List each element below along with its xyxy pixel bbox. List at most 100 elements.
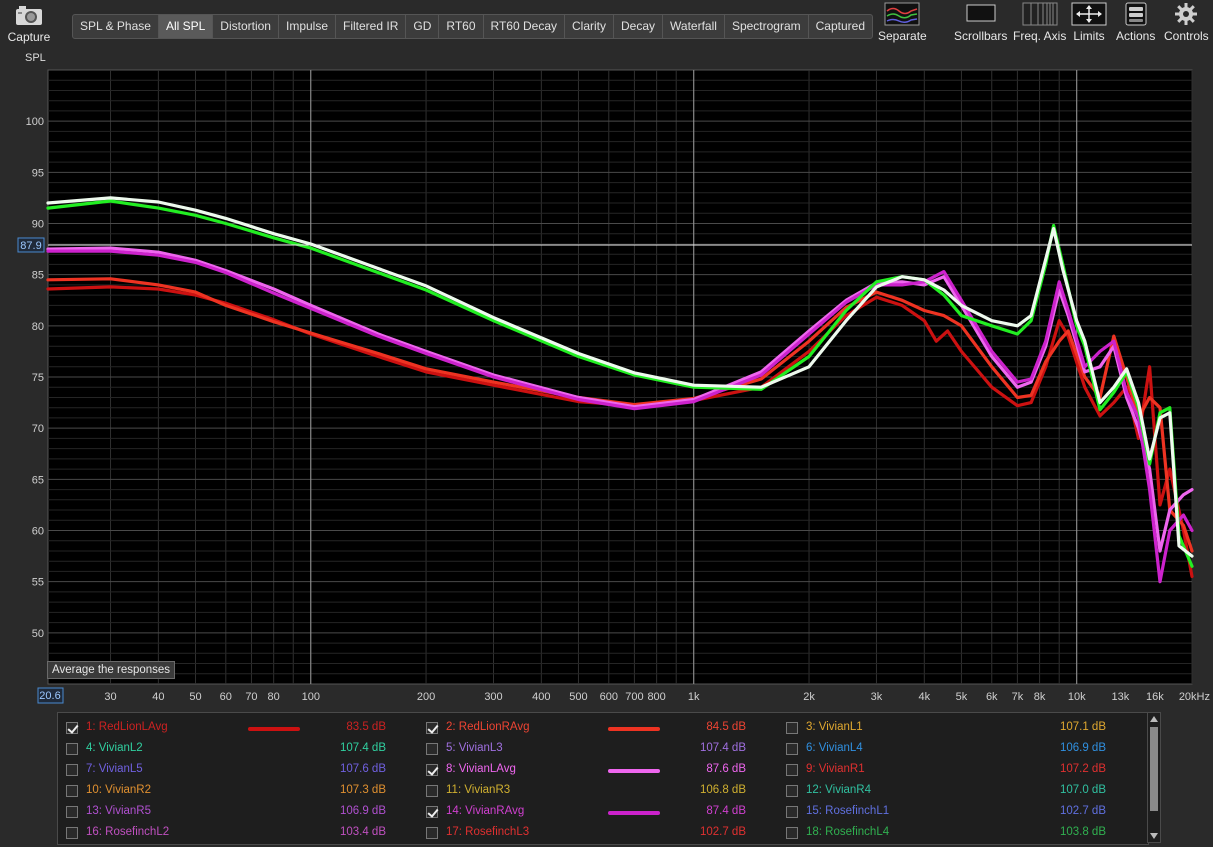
legend-item[interactable]: 1: RedLionLAvg 83.5 dB: [66, 719, 396, 739]
legend-item[interactable]: 15: RosefinchL1 102.7 dB: [786, 803, 1116, 823]
y-tick-label: 65: [32, 474, 44, 486]
freq-axis-button[interactable]: Freq. Axis: [1013, 2, 1066, 43]
x-tick-label: 100: [302, 691, 320, 703]
trace-checkbox[interactable]: [786, 764, 798, 776]
x-tick-label: 500: [569, 691, 587, 703]
view-tabs: SPL & Phase All SPL Distortion Impulse Filte…: [72, 14, 874, 39]
x-tick-label: 800: [647, 691, 665, 703]
separate-icon: [884, 2, 920, 26]
tab-waterfall[interactable]: Waterfall: [663, 15, 725, 38]
spl-plot[interactable]: 50 55 60 65 70 75 80 85 90 95 100 30 40 50 60 70 80 100 20…: [0, 68, 1213, 708]
legend-item[interactable]: 12: VivianR4 107.0 dB: [786, 782, 1116, 802]
trace-level: 87.6 dB: [706, 763, 746, 775]
trace-name: 8: VivianLAvg: [446, 763, 516, 775]
trace-color-swatch[interactable]: [608, 727, 660, 731]
trace-level: 107.4 dB: [699, 742, 746, 754]
trace-checkbox[interactable]: [66, 827, 78, 839]
legend-item[interactable]: 17: RosefinchL3 102.7 dB: [426, 824, 756, 844]
legend-scrollbar[interactable]: [1147, 712, 1161, 843]
trace-checkbox[interactable]: [426, 827, 438, 839]
freq-axis-label: Freq. Axis: [1013, 29, 1067, 43]
trace-legend: 1: RedLionLAvg 83.5 dB 2: RedLionRAvg 84.5 …: [57, 712, 1149, 845]
trace-level: 87.4 dB: [706, 805, 746, 817]
legend-item[interactable]: 16: RosefinchL2 103.4 dB: [66, 824, 396, 844]
legend-item[interactable]: 3: VivianL1 107.1 dB: [786, 719, 1116, 739]
average-responses-button[interactable]: Average the responses: [47, 661, 176, 679]
trace-checkbox[interactable]: [66, 785, 78, 797]
trace-color-swatch[interactable]: [608, 769, 660, 773]
legend-item[interactable]: 6: VivianL4 106.9 dB: [786, 740, 1116, 760]
tab-gd[interactable]: GD: [406, 15, 440, 38]
tab-rt60[interactable]: RT60: [439, 15, 484, 38]
trace-checkbox[interactable]: [786, 722, 798, 734]
x-tick-label: 2k: [803, 691, 815, 703]
separate-button[interactable]: Separate: [878, 2, 927, 43]
x-tick-label: 70: [245, 691, 257, 703]
x-tick-label: 10k: [1068, 691, 1086, 703]
scroll-down-icon[interactable]: [1150, 833, 1158, 839]
scrollbars-icon: [966, 4, 996, 22]
capture-button[interactable]: Capture: [6, 4, 52, 44]
trace-name: 18: RosefinchL4: [806, 826, 890, 838]
trace-name: 1: RedLionLAvg: [86, 721, 168, 733]
tab-spectrogram[interactable]: Spectrogram: [725, 15, 809, 38]
tab-distortion[interactable]: Distortion: [213, 15, 279, 38]
limits-icon: [1071, 2, 1107, 26]
legend-item[interactable]: 10: VivianR2 107.3 dB: [66, 782, 396, 802]
trace-level: 107.4 dB: [339, 742, 386, 754]
trace-color-swatch[interactable]: [248, 727, 300, 731]
tab-captured[interactable]: Captured: [809, 15, 872, 38]
controls-button[interactable]: Controls: [1164, 2, 1209, 43]
actions-icon: [1125, 2, 1147, 26]
trace-checkbox[interactable]: [66, 806, 78, 818]
trace-checkbox[interactable]: [66, 764, 78, 776]
trace-color-swatch[interactable]: [608, 811, 660, 815]
tab-clarity[interactable]: Clarity: [565, 15, 615, 38]
tab-spl-phase[interactable]: SPL & Phase: [73, 15, 159, 38]
legend-item[interactable]: 9: VivianR1 107.2 dB: [786, 761, 1116, 781]
limits-button[interactable]: Limits: [1071, 2, 1107, 43]
scrollbars-button[interactable]: Scrollbars: [954, 2, 1007, 43]
trace-checkbox[interactable]: [426, 743, 438, 755]
trace-checkbox[interactable]: [426, 785, 438, 797]
x-tick-label: 200: [417, 691, 435, 703]
legend-item[interactable]: 13: VivianR5 106.9 dB: [66, 803, 396, 823]
trace-name: 5: VivianL3: [446, 742, 503, 754]
legend-item[interactable]: 11: VivianR3 106.8 dB: [426, 782, 756, 802]
trace-checkbox[interactable]: [426, 764, 438, 776]
y-axis-title: SPL: [25, 52, 46, 64]
tab-all-spl[interactable]: All SPL: [158, 15, 214, 38]
trace-checkbox[interactable]: [66, 743, 78, 755]
trace-level: 106.9 dB: [1059, 742, 1106, 754]
scroll-thumb[interactable]: [1150, 727, 1158, 811]
legend-item[interactable]: 18: RosefinchL4 103.8 dB: [786, 824, 1116, 844]
trace-name: 3: VivianL1: [806, 721, 863, 733]
y-tick-label: 95: [32, 167, 44, 179]
tab-filtered-ir[interactable]: Filtered IR: [336, 15, 407, 38]
legend-item[interactable]: 4: VivianL2 107.4 dB: [66, 740, 396, 760]
trace-checkbox[interactable]: [786, 743, 798, 755]
trace-name: 4: VivianL2: [86, 742, 143, 754]
scrollbars-label: Scrollbars: [954, 29, 1008, 43]
tab-decay[interactable]: Decay: [614, 15, 664, 38]
controls-label: Controls: [1164, 29, 1209, 43]
trace-name: 6: VivianL4: [806, 742, 863, 754]
trace-checkbox[interactable]: [66, 722, 78, 734]
y-tick-label: 60: [32, 526, 44, 538]
legend-item[interactable]: 7: VivianL5 107.6 dB: [66, 761, 396, 781]
trace-checkbox[interactable]: [786, 806, 798, 818]
scroll-up-icon[interactable]: [1150, 716, 1158, 722]
legend-item[interactable]: 14: VivianRAvg 87.4 dB: [426, 803, 756, 823]
legend-item[interactable]: 8: VivianLAvg 87.6 dB: [426, 761, 756, 781]
actions-button[interactable]: Actions: [1116, 2, 1155, 43]
trace-checkbox[interactable]: [426, 806, 438, 818]
legend-item[interactable]: 2: RedLionRAvg 84.5 dB: [426, 719, 756, 739]
trace-level: 103.4 dB: [339, 826, 386, 838]
tab-rt60-decay[interactable]: RT60 Decay: [484, 15, 565, 38]
trace-checkbox[interactable]: [786, 827, 798, 839]
tab-impulse[interactable]: Impulse: [279, 15, 337, 38]
trace-checkbox[interactable]: [786, 785, 798, 797]
x-tick-label: 300: [484, 691, 502, 703]
trace-checkbox[interactable]: [426, 722, 438, 734]
legend-item[interactable]: 5: VivianL3 107.4 dB: [426, 740, 756, 760]
